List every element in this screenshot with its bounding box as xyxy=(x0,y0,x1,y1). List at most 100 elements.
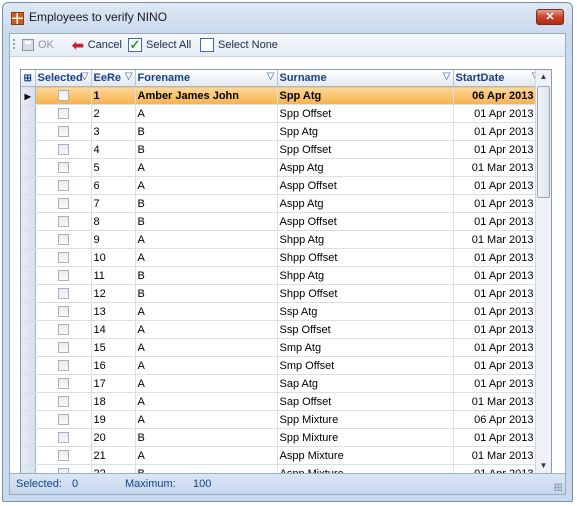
forename-cell[interactable]: A xyxy=(135,248,278,267)
row-indicator[interactable] xyxy=(21,266,36,285)
row-indicator[interactable] xyxy=(21,392,36,411)
startdate-cell[interactable]: 06 Apr 2013 xyxy=(453,86,543,105)
row-checkbox[interactable] xyxy=(57,414,69,426)
row-indicator[interactable]: ▶ xyxy=(21,86,36,105)
forename-cell[interactable]: A xyxy=(135,338,278,357)
table-row[interactable]: 4 B Spp Offset 01 Apr 2013 xyxy=(21,140,543,159)
startdate-cell[interactable]: 01 Apr 2013 xyxy=(453,284,543,303)
table-row[interactable]: 10 A Shpp Offset 01 Apr 2013 xyxy=(21,248,543,267)
surname-cell[interactable]: Shpp Offset xyxy=(277,284,454,303)
selected-cell[interactable] xyxy=(35,320,92,339)
close-button[interactable]: ✕ xyxy=(536,9,564,25)
selected-cell[interactable] xyxy=(35,392,92,411)
selected-cell[interactable] xyxy=(35,356,92,375)
row-indicator[interactable] xyxy=(21,302,36,321)
surname-cell[interactable]: Spp Mixture xyxy=(277,428,454,447)
startdate-cell[interactable]: 01 Apr 2013 xyxy=(453,320,543,339)
row-checkbox[interactable] xyxy=(57,378,69,390)
row-checkbox[interactable] xyxy=(57,270,69,282)
table-row[interactable]: 21 A Aspp Mixture 01 Mar 2013 xyxy=(21,446,543,465)
eere-cell[interactable]: 12 xyxy=(91,284,136,303)
selected-cell[interactable] xyxy=(35,86,92,105)
forename-cell[interactable]: B xyxy=(135,266,278,285)
filter-icon[interactable]: ▽ xyxy=(81,71,89,82)
row-checkbox[interactable] xyxy=(57,450,69,462)
selected-cell[interactable] xyxy=(35,158,92,177)
eere-cell[interactable]: 14 xyxy=(91,320,136,339)
filter-icon[interactable]: ▽ xyxy=(267,71,275,82)
forename-cell[interactable]: A xyxy=(135,104,278,123)
selected-cell[interactable] xyxy=(35,428,92,447)
scroll-thumb[interactable] xyxy=(537,86,550,198)
selected-cell[interactable] xyxy=(35,284,92,303)
eere-cell[interactable]: 5 xyxy=(91,158,136,177)
startdate-cell[interactable]: 01 Apr 2013 xyxy=(453,338,543,357)
surname-cell[interactable]: Smp Offset xyxy=(277,356,454,375)
selected-cell[interactable] xyxy=(35,176,92,195)
selected-cell[interactable] xyxy=(35,104,92,123)
forename-cell[interactable]: A xyxy=(135,158,278,177)
surname-cell[interactable]: Spp Atg xyxy=(277,122,454,141)
row-checkbox[interactable] xyxy=(57,90,69,102)
table-row[interactable]: 15 A Smp Atg 01 Apr 2013 xyxy=(21,338,543,357)
row-checkbox[interactable] xyxy=(57,108,69,120)
row-checkbox[interactable] xyxy=(57,324,69,336)
selected-cell[interactable] xyxy=(35,194,92,213)
surname-cell[interactable]: Spp Offset xyxy=(277,104,454,123)
eere-cell[interactable]: 6 xyxy=(91,176,136,195)
startdate-cell[interactable]: 01 Apr 2013 xyxy=(453,104,543,123)
resize-grip[interactable] xyxy=(554,483,562,491)
table-row[interactable]: 17 A Sap Atg 01 Apr 2013 xyxy=(21,374,543,393)
table-row[interactable]: 13 A Ssp Atg 01 Apr 2013 xyxy=(21,302,543,321)
startdate-cell[interactable]: 01 Apr 2013 xyxy=(453,122,543,141)
forename-cell[interactable]: B xyxy=(135,140,278,159)
row-checkbox[interactable] xyxy=(57,342,69,354)
forename-cell[interactable]: A xyxy=(135,392,278,411)
selected-cell[interactable] xyxy=(35,266,92,285)
row-checkbox[interactable] xyxy=(57,252,69,264)
scroll-down-icon[interactable]: ▼ xyxy=(537,459,550,473)
row-checkbox[interactable] xyxy=(57,306,69,318)
eere-cell[interactable]: 11 xyxy=(91,266,136,285)
startdate-cell[interactable]: 01 Apr 2013 xyxy=(453,428,543,447)
surname-cell[interactable]: Aspp Mixture xyxy=(277,446,454,465)
table-row[interactable]: ▶ 1 Amber James John Spp Atg 06 Apr 2013 xyxy=(21,86,543,105)
surname-cell[interactable]: Ssp Atg xyxy=(277,302,454,321)
forename-cell[interactable]: A xyxy=(135,302,278,321)
startdate-cell[interactable]: 01 Apr 2013 xyxy=(453,248,543,267)
selected-cell[interactable] xyxy=(35,338,92,357)
startdate-cell[interactable]: 01 Mar 2013 xyxy=(453,446,543,465)
selected-cell[interactable] xyxy=(35,248,92,267)
table-row[interactable]: 5 A Aspp Atg 01 Mar 2013 xyxy=(21,158,543,177)
table-row[interactable]: 3 B Spp Atg 01 Apr 2013 xyxy=(21,122,543,141)
startdate-cell[interactable]: 01 Apr 2013 xyxy=(453,302,543,321)
table-row[interactable]: 18 A Sap Offset 01 Mar 2013 xyxy=(21,392,543,411)
row-indicator[interactable] xyxy=(21,410,36,429)
forename-cell[interactable]: A xyxy=(135,374,278,393)
eere-cell[interactable]: 9 xyxy=(91,230,136,249)
forename-cell[interactable]: B xyxy=(135,284,278,303)
row-indicator[interactable] xyxy=(21,356,36,375)
employees-grid[interactable]: ⊞ Selected ▽ EeRe ▽ Forename ▽ Surname ▽ Sta… xyxy=(20,69,552,474)
selected-cell[interactable] xyxy=(35,230,92,249)
forename-cell[interactable]: A xyxy=(135,356,278,375)
column-chooser-button[interactable]: ⊞ xyxy=(21,70,36,87)
selected-cell[interactable] xyxy=(35,212,92,231)
forename-cell[interactable]: A xyxy=(135,230,278,249)
selected-cell[interactable] xyxy=(35,410,92,429)
surname-cell[interactable]: Spp Mixture xyxy=(277,410,454,429)
table-row[interactable]: 16 A Smp Offset 01 Apr 2013 xyxy=(21,356,543,375)
surname-cell[interactable]: Shpp Offset xyxy=(277,248,454,267)
table-row[interactable]: 9 A Shpp Atg 01 Mar 2013 xyxy=(21,230,543,249)
row-indicator[interactable] xyxy=(21,446,36,465)
eere-cell[interactable]: 18 xyxy=(91,392,136,411)
startdate-cell[interactable]: 06 Apr 2013 xyxy=(453,410,543,429)
forename-cell[interactable]: A xyxy=(135,446,278,465)
startdate-cell[interactable]: 01 Mar 2013 xyxy=(453,392,543,411)
row-indicator[interactable] xyxy=(21,284,36,303)
row-checkbox[interactable] xyxy=(57,396,69,408)
eere-cell[interactable]: 1 xyxy=(91,86,136,105)
surname-cell[interactable]: Shpp Atg xyxy=(277,266,454,285)
surname-cell[interactable]: Smp Atg xyxy=(277,338,454,357)
eere-cell[interactable]: 15 xyxy=(91,338,136,357)
